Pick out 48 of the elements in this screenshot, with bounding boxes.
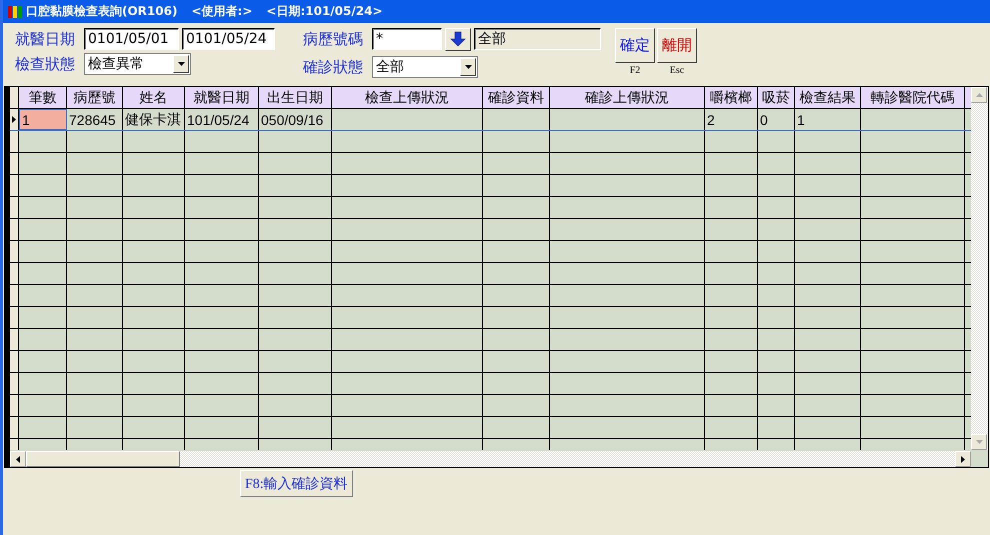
enter-diagnosis-button[interactable]: F8:輸入確診資料 — [240, 470, 353, 497]
visit-date-label: 就醫日期 — [15, 30, 76, 48]
date-to-field[interactable]: 0101/05/24 — [182, 28, 275, 50]
table-cell: 0 — [758, 109, 795, 130]
scroll-right-icon[interactable] — [961, 456, 965, 462]
column-header[interactable]: 病歷號 — [67, 87, 123, 108]
column-header[interactable]: 確診資料 — [483, 87, 550, 108]
exit-button[interactable]: 離開 — [657, 28, 697, 63]
column-header[interactable]: 筆數 — [19, 87, 67, 108]
table-cell: 1 — [19, 109, 67, 130]
date-from-field[interactable]: 0101/05/01 — [84, 28, 179, 50]
exam-status-label: 檢查狀態 — [15, 54, 76, 74]
shortcut-label: Esc — [670, 65, 684, 76]
table-cell: 050/09/16 — [259, 109, 332, 130]
column-header[interactable]: 確診上傳狀況 — [550, 87, 705, 108]
caret-icon — [464, 65, 472, 69]
window-title: 口腔黏膜檢查表詢(OR106) — [26, 3, 178, 20]
chart-number-field[interactable]: * — [372, 28, 442, 50]
column-header[interactable]: 吸菸 — [758, 87, 795, 108]
chart-result-field[interactable]: 全部 — [474, 28, 601, 50]
column-header[interactable]: 出生日期 — [259, 87, 332, 108]
scrollbar-corner — [971, 451, 988, 467]
chart-number-label: 病歷號碼 — [303, 30, 364, 48]
scroll-left-icon[interactable] — [16, 456, 20, 462]
app-icon — [8, 4, 22, 18]
table-cell: 1 — [795, 109, 861, 130]
confirm-status-dropdown[interactable]: 全部 — [372, 56, 478, 78]
row-header-cell[interactable] — [10, 109, 19, 130]
exam-status-dropdown[interactable]: 檢查異常 — [84, 53, 191, 75]
column-header[interactable]: 轉診醫院代碼 — [861, 87, 965, 108]
column-header[interactable]: 嚼檳榔 — [705, 87, 758, 108]
table-cell: 健保卡淇 — [123, 109, 185, 130]
table-cell: 101/05/24 — [185, 109, 259, 130]
scroll-thumb[interactable] — [26, 451, 180, 467]
row-pointer-icon — [12, 116, 16, 123]
date-label: <日期:101/05/24> — [266, 3, 383, 20]
table-cell: 728645 — [67, 109, 123, 130]
confirm-status-label: 確診狀態 — [303, 58, 364, 76]
column-header[interactable]: 姓名 — [123, 87, 185, 108]
shortcut-label: F2 — [630, 65, 640, 76]
user-label: <使用者:> — [191, 3, 252, 20]
table-cell: 2 — [705, 109, 758, 130]
column-header[interactable]: 檢查上傳狀況 — [332, 87, 483, 108]
column-header[interactable]: 就醫日期 — [185, 87, 259, 108]
caret-icon — [178, 62, 184, 66]
horizontal-scrollbar[interactable] — [10, 450, 988, 467]
column-header[interactable]: 檢查結果 — [795, 87, 861, 108]
confirm-button[interactable]: 確定 — [615, 28, 655, 63]
